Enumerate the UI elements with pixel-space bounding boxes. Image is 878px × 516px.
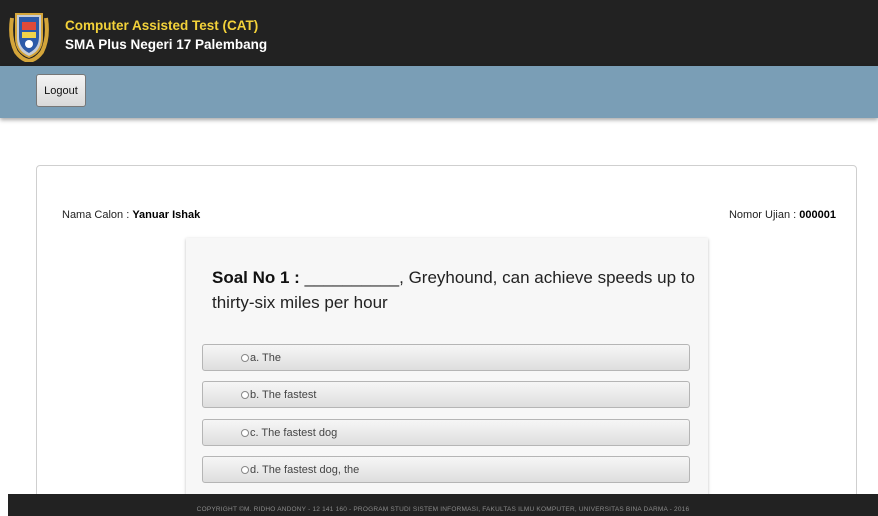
option-a-button[interactable]: a. The [202, 344, 690, 371]
top-header: Computer Assisted Test (CAT) SMA Plus Ne… [0, 0, 878, 66]
radio-icon[interactable] [241, 390, 249, 399]
option-label: c. The fastest dog [250, 426, 338, 439]
candidate-name-value: Yanuar Ishak [132, 209, 201, 221]
exam-number-label: Nomor Ujian : [728, 209, 797, 221]
radio-icon[interactable] [241, 428, 249, 437]
exam-number-value: 000001 [799, 209, 836, 221]
candidate-name: Nama Calon : Yanuar Ishak [62, 209, 200, 221]
option-d-button[interactable]: d. The fastest dog, the [202, 456, 690, 483]
option-b-button[interactable]: b. The fastest [202, 381, 690, 408]
navbar: Logout [0, 66, 878, 118]
exam-number: Nomor Ujian : 000001 [729, 209, 836, 221]
radio-icon[interactable] [241, 353, 249, 362]
school-crest-icon [9, 13, 49, 62]
option-label: b. The fastest [250, 388, 317, 401]
option-c-button[interactable]: c. The fastest dog [202, 419, 690, 446]
copyright-text: COPYRIGHT ©M. RIDHO ANDONY - 12 141 160 … [196, 506, 690, 513]
logout-button[interactable]: Logout [36, 74, 86, 107]
option-label: d. The fastest dog, the [250, 463, 360, 476]
question-number: Soal No 1 : [212, 268, 300, 287]
school-name: SMA Plus Negeri 17 Palembang [65, 37, 268, 52]
footer: COPYRIGHT ©M. RIDHO ANDONY - 12 141 160 … [8, 494, 878, 516]
question-text: Soal No 1 : __________, Greyhound, can a… [212, 265, 702, 315]
radio-icon[interactable] [241, 465, 249, 474]
candidate-name-label: Nama Calon : [62, 209, 130, 221]
app-title: Computer Assisted Test (CAT) [65, 18, 259, 33]
option-label: a. The [250, 351, 281, 364]
